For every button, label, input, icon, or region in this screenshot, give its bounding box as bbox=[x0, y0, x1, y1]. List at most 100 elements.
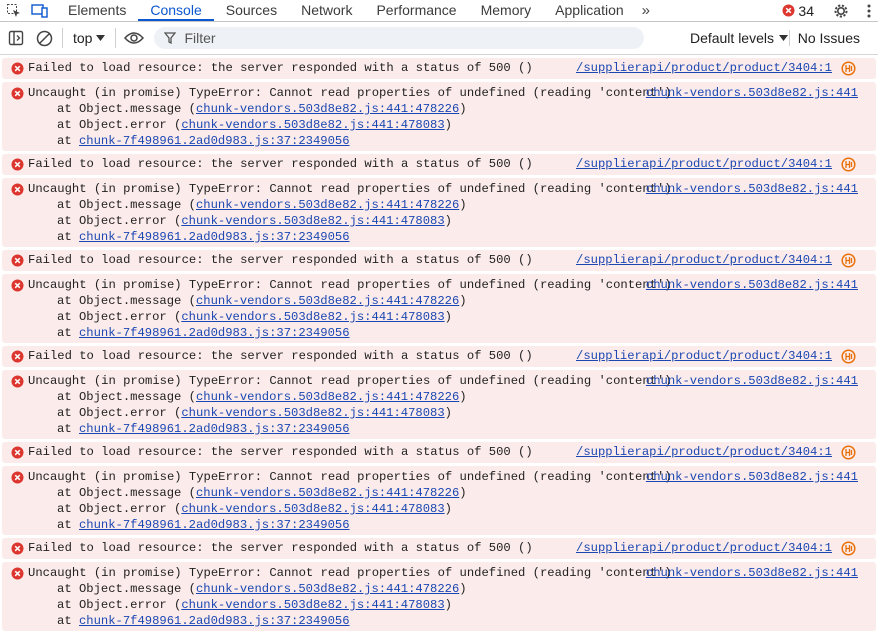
stack-frame-link[interactable]: chunk-vendors.503d8e82.js:441:478083 bbox=[181, 310, 444, 324]
stack-frame: at chunk-7f498961.2ad0d983.js:37:2349056 bbox=[57, 517, 350, 533]
issues-counter[interactable]: No Issues bbox=[788, 30, 860, 46]
error-icon bbox=[11, 87, 24, 100]
stack-frame-suffix: ) bbox=[444, 502, 452, 516]
error-message: Failed to load resource: the server resp… bbox=[28, 157, 533, 171]
kebab-menu-icon[interactable] bbox=[866, 3, 872, 19]
sidebar-toggle-icon[interactable] bbox=[2, 24, 30, 52]
stack-frame-prefix: at Object.message ( bbox=[57, 294, 196, 308]
network-request-icon[interactable] bbox=[841, 349, 856, 364]
stack-frame-prefix: at bbox=[57, 422, 79, 436]
stack-frame-link[interactable]: chunk-vendors.503d8e82.js:441:478083 bbox=[181, 214, 444, 228]
source-link[interactable]: chunk-vendors.503d8e82.js:441 bbox=[646, 85, 858, 101]
stack-frame-link[interactable]: chunk-vendors.503d8e82.js:441:478083 bbox=[181, 502, 444, 516]
error-message: Failed to load resource: the server resp… bbox=[28, 349, 533, 363]
stack-frame-link[interactable]: chunk-7f498961.2ad0d983.js:37:2349056 bbox=[79, 614, 350, 628]
tab-memory[interactable]: Memory bbox=[469, 0, 544, 21]
tab-network[interactable]: Network bbox=[289, 0, 364, 21]
tab-sources[interactable]: Sources bbox=[214, 0, 289, 21]
stack-frame-link[interactable]: chunk-vendors.503d8e82.js:441:478226 bbox=[196, 582, 459, 596]
source-link[interactable]: /supplierapi/product/product/3404:1 bbox=[576, 348, 832, 364]
source-link[interactable]: /supplierapi/product/product/3404:1 bbox=[576, 444, 832, 460]
stack-frame-link[interactable]: chunk-vendors.503d8e82.js:441:478226 bbox=[196, 294, 459, 308]
stack-frame-link[interactable]: chunk-vendors.503d8e82.js:441:478083 bbox=[181, 598, 444, 612]
source-link[interactable]: /supplierapi/product/product/3404:1 bbox=[576, 252, 832, 268]
tab-console[interactable]: Console bbox=[138, 0, 214, 21]
stack-frame-prefix: at Object.error ( bbox=[57, 598, 182, 612]
settings-gear-icon[interactable] bbox=[832, 2, 850, 20]
stack-frame-suffix: ) bbox=[444, 406, 452, 420]
stack-frame-suffix: ) bbox=[459, 102, 467, 116]
live-expression-eye-icon[interactable] bbox=[120, 24, 148, 52]
stack-frame-prefix: at Object.error ( bbox=[57, 406, 182, 420]
console-error-entry: Uncaught (in promise) TypeError: Cannot … bbox=[2, 274, 876, 343]
stack-frame-prefix: at bbox=[57, 230, 79, 244]
stack-frame-link[interactable]: chunk-7f498961.2ad0d983.js:37:2349056 bbox=[79, 422, 350, 436]
dropdown-arrow-icon bbox=[779, 35, 788, 41]
stack-frame-suffix: ) bbox=[459, 390, 467, 404]
source-link[interactable]: chunk-vendors.503d8e82.js:441 bbox=[646, 469, 858, 485]
source-link[interactable]: /supplierapi/product/product/3404:1 bbox=[576, 156, 832, 172]
stack-frame: at Object.message (chunk-vendors.503d8e8… bbox=[57, 101, 467, 117]
stack-frame: at Object.message (chunk-vendors.503d8e8… bbox=[57, 389, 467, 405]
stack-frame: at Object.error (chunk-vendors.503d8e82.… bbox=[57, 501, 452, 517]
stack-frame-link[interactable]: chunk-vendors.503d8e82.js:441:478083 bbox=[181, 406, 444, 420]
console-error-entry: Uncaught (in promise) TypeError: Cannot … bbox=[2, 370, 876, 439]
stack-frame-link[interactable]: chunk-vendors.503d8e82.js:441:478226 bbox=[196, 198, 459, 212]
filter-input[interactable]: Filter bbox=[154, 27, 645, 49]
stack-frame-link[interactable]: chunk-vendors.503d8e82.js:441:478226 bbox=[196, 486, 459, 500]
console-error-entry: Failed to load resource: the server resp… bbox=[2, 250, 876, 271]
network-request-icon[interactable] bbox=[841, 541, 856, 556]
stack-frame-link[interactable]: chunk-7f498961.2ad0d983.js:37:2349056 bbox=[79, 134, 350, 148]
error-icon bbox=[11, 350, 24, 363]
error-message: Failed to load resource: the server resp… bbox=[28, 541, 533, 555]
device-toolbar-icon[interactable] bbox=[30, 1, 50, 21]
error-message: Failed to load resource: the server resp… bbox=[28, 445, 533, 459]
context-selector[interactable]: top bbox=[67, 30, 111, 46]
stack-frame: at Object.message (chunk-vendors.503d8e8… bbox=[57, 197, 467, 213]
network-request-icon[interactable] bbox=[841, 61, 856, 76]
stack-frame-suffix: ) bbox=[459, 294, 467, 308]
source-link[interactable]: /supplierapi/product/product/3404:1 bbox=[576, 60, 832, 76]
source-link[interactable]: chunk-vendors.503d8e82.js:441 bbox=[646, 181, 858, 197]
stack-frame: at Object.message (chunk-vendors.503d8e8… bbox=[57, 485, 467, 501]
tab-performance[interactable]: Performance bbox=[364, 0, 468, 21]
network-request-icon[interactable] bbox=[841, 157, 856, 172]
network-request-icon[interactable] bbox=[841, 253, 856, 268]
source-link[interactable]: chunk-vendors.503d8e82.js:441 bbox=[646, 373, 858, 389]
stack-frame: at chunk-7f498961.2ad0d983.js:37:2349056 bbox=[57, 229, 350, 245]
filter-icon bbox=[164, 32, 177, 44]
tab-application[interactable]: Application bbox=[543, 0, 636, 21]
log-levels-dropdown[interactable]: Default levels bbox=[690, 30, 788, 46]
error-icon bbox=[11, 183, 24, 196]
stack-frame-suffix: ) bbox=[444, 598, 452, 612]
network-request-icon[interactable] bbox=[841, 445, 856, 460]
source-link[interactable]: /supplierapi/product/product/3404:1 bbox=[576, 540, 832, 556]
source-link[interactable]: chunk-vendors.503d8e82.js:441 bbox=[646, 565, 858, 581]
error-message: Uncaught (in promise) TypeError: Cannot … bbox=[28, 182, 672, 196]
stack-frame-prefix: at Object.message ( bbox=[57, 486, 196, 500]
tab-elements[interactable]: Elements bbox=[56, 0, 138, 21]
error-message: Uncaught (in promise) TypeError: Cannot … bbox=[28, 374, 672, 388]
error-message: Failed to load resource: the server resp… bbox=[28, 253, 533, 267]
toolbar-divider bbox=[62, 28, 63, 48]
stack-frame: at Object.error (chunk-vendors.503d8e82.… bbox=[57, 213, 452, 229]
error-counter[interactable]: 34 bbox=[782, 3, 814, 19]
stack-frame-suffix: ) bbox=[459, 486, 467, 500]
stack-frame-link[interactable]: chunk-7f498961.2ad0d983.js:37:2349056 bbox=[79, 518, 350, 532]
stack-frame-link[interactable]: chunk-7f498961.2ad0d983.js:37:2349056 bbox=[79, 326, 350, 340]
error-icon bbox=[11, 254, 24, 267]
stack-frame-link[interactable]: chunk-7f498961.2ad0d983.js:37:2349056 bbox=[79, 230, 350, 244]
context-label: top bbox=[73, 30, 93, 46]
stack-frame-link[interactable]: chunk-vendors.503d8e82.js:441:478083 bbox=[181, 118, 444, 132]
inspect-element-icon[interactable] bbox=[4, 1, 24, 21]
stack-frame: at Object.error (chunk-vendors.503d8e82.… bbox=[57, 597, 452, 613]
clear-console-icon[interactable] bbox=[30, 24, 58, 52]
source-link[interactable]: chunk-vendors.503d8e82.js:441 bbox=[646, 277, 858, 293]
error-icon bbox=[782, 4, 795, 17]
stack-frame: at chunk-7f498961.2ad0d983.js:37:2349056 bbox=[57, 613, 350, 629]
stack-frame-link[interactable]: chunk-vendors.503d8e82.js:441:478226 bbox=[196, 102, 459, 116]
stack-frame-prefix: at bbox=[57, 518, 79, 532]
more-tabs-icon[interactable]: » bbox=[636, 2, 656, 19]
stack-frame-link[interactable]: chunk-vendors.503d8e82.js:441:478226 bbox=[196, 390, 459, 404]
error-message: Uncaught (in promise) TypeError: Cannot … bbox=[28, 278, 672, 292]
